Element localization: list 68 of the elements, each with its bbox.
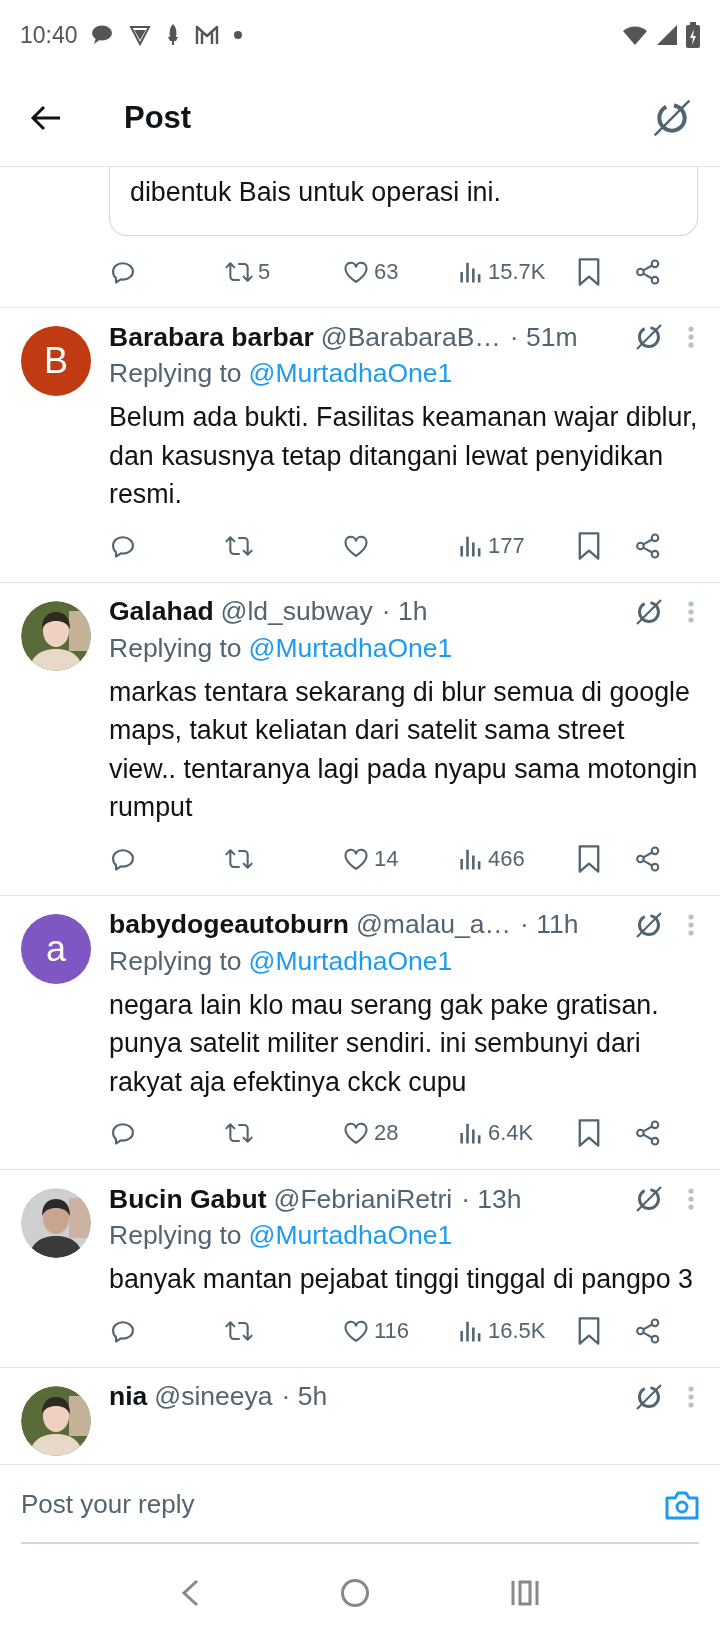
mail-icon [193,24,220,46]
post-time: · 13h [461,1183,522,1215]
user-handle[interactable]: @sineeya [154,1381,273,1412]
quoted-post-text: dibentuk Bais untuk operasi ini. [130,176,502,209]
views-count: 466 [488,845,525,872]
camera-icon[interactable] [665,1489,699,1520]
reply-text: banyak mantan pejabat tinggi tinggal di pangpo 3 [109,1263,695,1296]
replying-label: Replying to [109,945,242,977]
quoted-post-card[interactable]: dibentuk Bais untuk operasi ini. [109,167,698,236]
views-count: 15.7K [488,259,546,285]
avatar[interactable]: a [21,913,91,984]
post-time: · 51m [509,321,578,353]
retweets-count: 5 [258,259,271,285]
user-name[interactable]: Galahad [109,596,214,627]
views-count: 16.5K [488,1317,546,1344]
user-handle[interactable]: @BarabaraB… [320,321,501,353]
replying-label: Replying to [109,358,242,389]
user-handle[interactable]: @FebrianiRetri [273,1183,453,1215]
likes-count: 14 [374,845,399,872]
replying-label: Replying to [109,1220,242,1251]
share-icon[interactable] [634,531,662,560]
slashed-circle-icon[interactable] [634,1184,664,1214]
user-handle[interactable]: @malau_a… [355,909,512,940]
likes-count: 116 [374,1317,410,1344]
slashed-circle-icon[interactable] [634,596,664,627]
user-name[interactable]: Bucin Gabut [109,1183,267,1215]
bookmark-icon[interactable] [576,1315,602,1346]
page-title: Post [124,100,193,136]
user-name[interactable]: Barabara barbar [109,321,314,353]
user-name[interactable]: babydogeautoburn [109,909,349,940]
signal-icon [656,24,678,46]
likes-count: 28 [374,1120,399,1146]
shield-icon [127,23,152,47]
bookmark-icon[interactable] [576,257,602,287]
reply-field[interactable]: Post your reply [21,1489,665,1520]
views-count: 177 [488,532,525,559]
status-time: 10:40 [20,21,78,49]
share-icon[interactable] [634,1316,662,1345]
chat-bubble-icon [89,24,114,46]
dot-icon [233,31,242,39]
bookmark-icon[interactable] [576,530,602,561]
slashed-circle-icon[interactable] [652,98,692,138]
share-icon[interactable] [634,258,662,286]
avatar[interactable]: B [21,326,91,396]
slashed-circle-icon[interactable] [634,322,664,352]
reply-text: negara lain klo mau serang gak pake gratisan. punya satelit militer sendiri. ini sembunyi dari rakyat aja efektinya ckck cupu [109,988,660,1099]
recent-apps-icon[interactable] [510,1578,540,1607]
replying-label: Replying to [109,632,242,664]
post-time: · 11h [520,909,579,940]
slashed-circle-icon[interactable] [634,909,664,940]
bookmark-icon[interactable] [576,1118,602,1148]
post-time: · 5h [281,1381,328,1412]
home-icon[interactable] [340,1577,370,1608]
wifi-icon [622,24,648,46]
user-handle[interactable]: @ld_subway [220,596,373,627]
slashed-circle-icon[interactable] [634,1381,664,1412]
views-count: 6.4K [488,1120,534,1146]
bookmark-icon[interactable] [576,843,602,874]
user-name[interactable]: nia [109,1381,148,1412]
battery-icon [686,22,700,48]
reply-text: markas tentara sekarang di blur semua di google maps, takut keliatan dari satelit sama street view.. tentaranya lagi pada nyapu sama motongin rumput [109,675,698,824]
share-icon[interactable] [634,844,662,873]
back-icon[interactable] [30,104,62,132]
likes-count: 63 [374,259,399,285]
share-icon[interactable] [634,1119,662,1147]
reply-text: Belum ada bukti. Fasilitas keamanan wajar diblur, dan kasusnya tetap ditangani lewat penyidikan resmi. [109,401,698,511]
post-time: · 1h [381,596,428,627]
rocket-icon [165,23,180,47]
